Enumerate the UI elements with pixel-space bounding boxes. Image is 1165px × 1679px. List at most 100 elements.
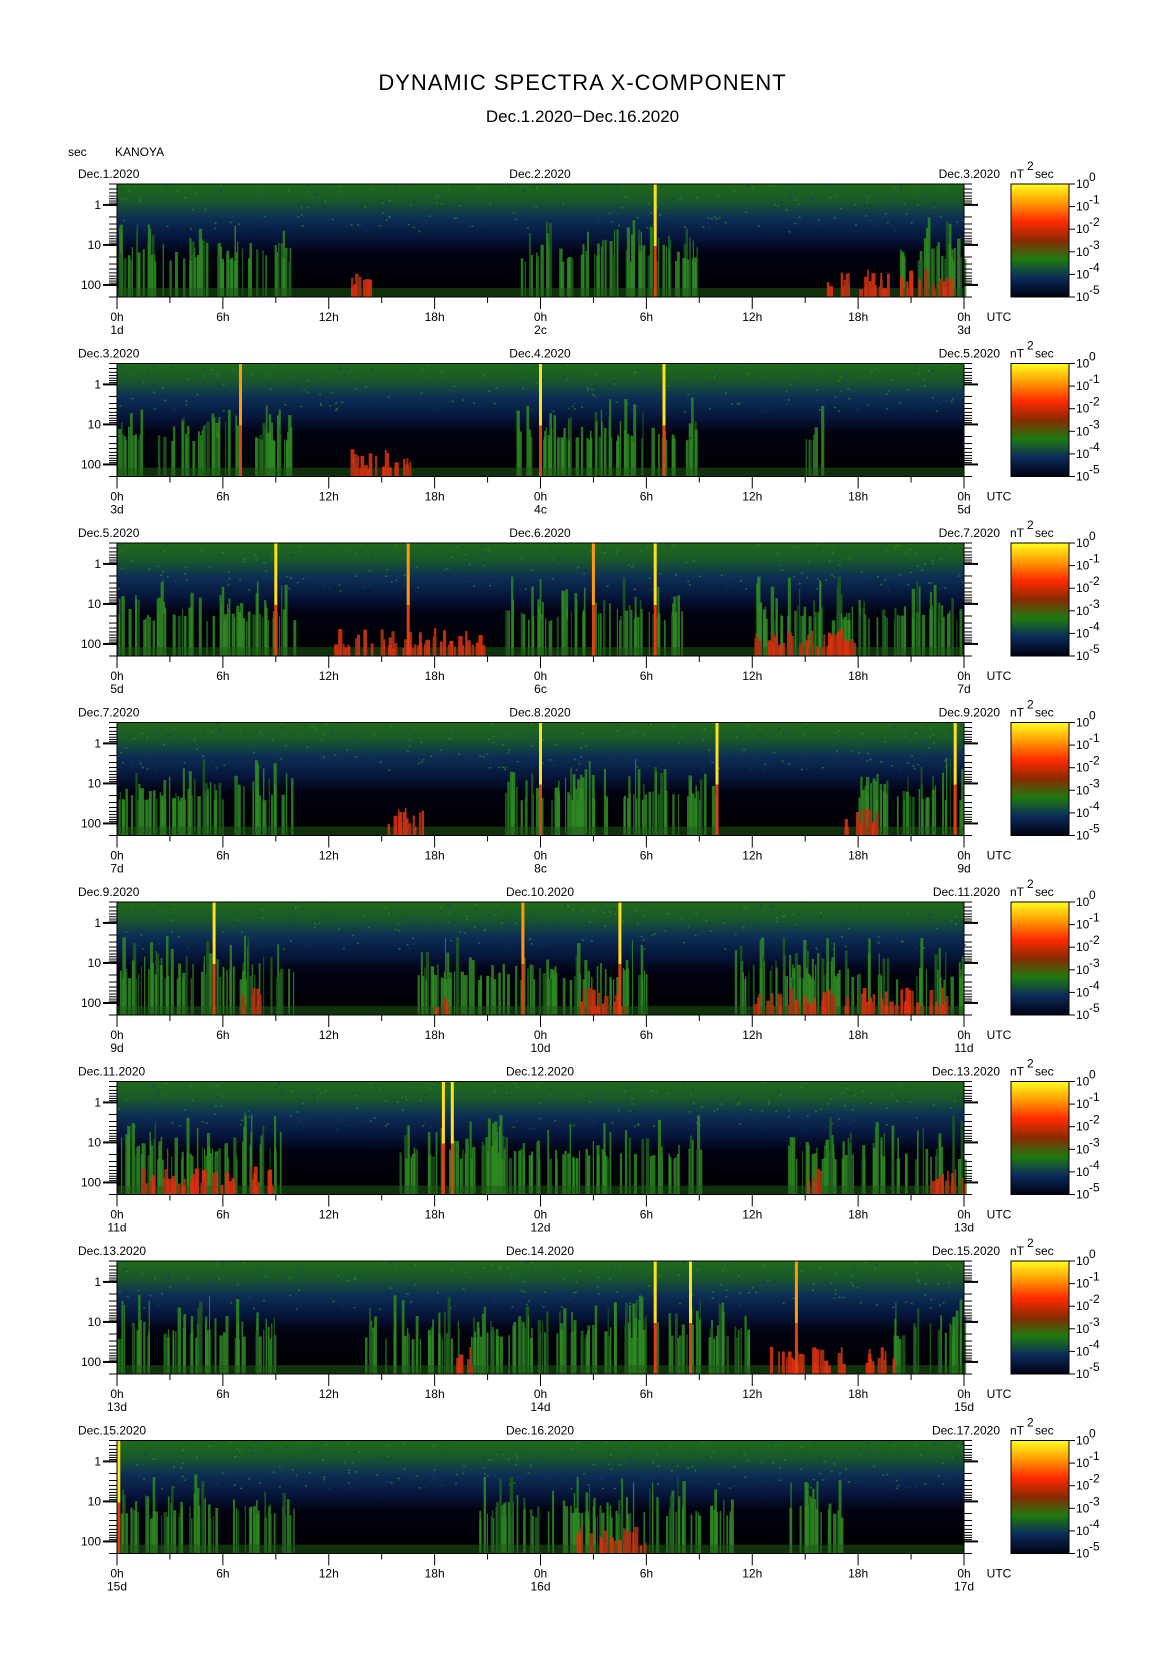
colorbar-tick-exponent: -1 <box>1089 552 1100 566</box>
x-tick-label: 0h <box>534 1208 547 1222</box>
red-burst <box>880 279 882 297</box>
activity-streak <box>199 1301 203 1374</box>
noise-speck <box>486 753 489 755</box>
noise-speck <box>558 556 560 559</box>
noise-speck <box>453 553 456 555</box>
noise-speck <box>616 730 619 732</box>
noise-speck <box>217 209 220 212</box>
noise-speck <box>531 745 534 747</box>
noise-speck <box>690 735 693 738</box>
activity-streak <box>634 596 637 656</box>
noise-speck <box>254 554 257 556</box>
red-burst <box>855 816 859 836</box>
noise-speck <box>408 947 411 949</box>
noise-speck <box>382 188 385 190</box>
noise-speck <box>879 187 882 190</box>
noise-speck <box>576 1441 579 1444</box>
noise-speck <box>912 406 915 409</box>
noise-speck <box>308 191 310 193</box>
noise-speck <box>418 1291 421 1293</box>
noise-speck <box>924 385 926 387</box>
panel-right-date: Dec.9.2020 <box>939 706 1001 720</box>
noise-speck <box>164 734 167 737</box>
noise-speck <box>655 1091 658 1093</box>
noise-speck <box>819 223 822 225</box>
noise-speck <box>839 1472 842 1474</box>
noise-speck <box>948 1281 951 1284</box>
noise-speck <box>585 745 588 747</box>
colorbar <box>1010 542 1070 657</box>
noise-speck <box>541 739 544 741</box>
noise-speck <box>206 1303 209 1305</box>
colorbar-tick-label: 10 <box>1076 245 1090 259</box>
noise-speck <box>163 550 166 552</box>
activity-streak <box>933 584 937 656</box>
day-label-end: 9d <box>957 862 970 876</box>
noise-speck <box>740 212 742 214</box>
red-burst <box>841 635 844 656</box>
activity-streak <box>632 1303 636 1374</box>
noise-speck <box>592 909 595 912</box>
activity-streak <box>236 1299 240 1374</box>
noise-speck <box>541 922 544 925</box>
noise-speck <box>884 1277 886 1279</box>
activity-streak <box>655 771 658 836</box>
red-burst <box>881 289 886 297</box>
baseline-strip <box>117 288 964 297</box>
noise-speck <box>906 1087 909 1089</box>
noise-speck <box>432 1086 435 1088</box>
noise-speck <box>598 1293 600 1295</box>
colorbar-tick-exponent: -4 <box>1089 260 1100 274</box>
noise-speck <box>690 1093 693 1096</box>
spike-event-lower <box>653 246 657 297</box>
spike-event-lower <box>274 605 278 656</box>
x-tick-label: 12h <box>742 490 762 504</box>
red-burst <box>894 1004 899 1015</box>
noise-speck <box>253 1464 256 1466</box>
noise-speck <box>701 366 704 369</box>
noise-speck <box>249 1446 252 1448</box>
noise-speck <box>928 1268 931 1271</box>
y-tick-label: 10 <box>88 776 102 790</box>
noise-speck <box>664 1445 667 1447</box>
noise-speck <box>930 738 933 740</box>
colorbar-tick-exponent: 0 <box>1089 709 1096 723</box>
noise-speck <box>731 924 734 927</box>
noise-speck <box>180 1467 182 1469</box>
noise-speck <box>787 198 790 200</box>
noise-speck <box>487 1459 490 1461</box>
activity-streak <box>609 1132 612 1195</box>
noise-speck <box>637 1123 640 1125</box>
noise-speck <box>216 723 219 725</box>
noise-speck <box>430 206 433 208</box>
noise-speck <box>629 1456 632 1459</box>
noise-speck <box>346 749 349 751</box>
noise-speck <box>879 548 882 551</box>
activity-streak <box>526 405 530 477</box>
noise-speck <box>229 1441 232 1444</box>
noise-speck <box>415 919 418 921</box>
noise-speck <box>319 557 322 559</box>
noise-speck <box>309 727 311 729</box>
noise-speck <box>878 936 881 938</box>
noise-speck <box>458 753 461 755</box>
noise-speck <box>138 201 141 203</box>
noise-speck <box>573 765 575 767</box>
noise-speck <box>723 1266 726 1269</box>
noise-speck <box>892 545 895 547</box>
noise-speck <box>205 1122 208 1124</box>
noise-speck <box>886 576 889 579</box>
colorbar-tick-label: 10 <box>1076 1165 1090 1179</box>
noise-speck <box>546 1476 549 1478</box>
noise-speck <box>780 212 783 214</box>
activity-streak <box>509 771 514 836</box>
noise-speck <box>301 1275 304 1278</box>
noise-speck <box>847 1481 850 1483</box>
noise-speck <box>512 1126 515 1128</box>
day-label-mid: 14d <box>530 1400 550 1414</box>
noise-speck <box>807 1302 810 1305</box>
noise-speck <box>420 204 423 206</box>
x-tick-label: 18h <box>848 490 868 504</box>
noise-speck <box>916 565 919 567</box>
noise-speck <box>394 1266 397 1268</box>
